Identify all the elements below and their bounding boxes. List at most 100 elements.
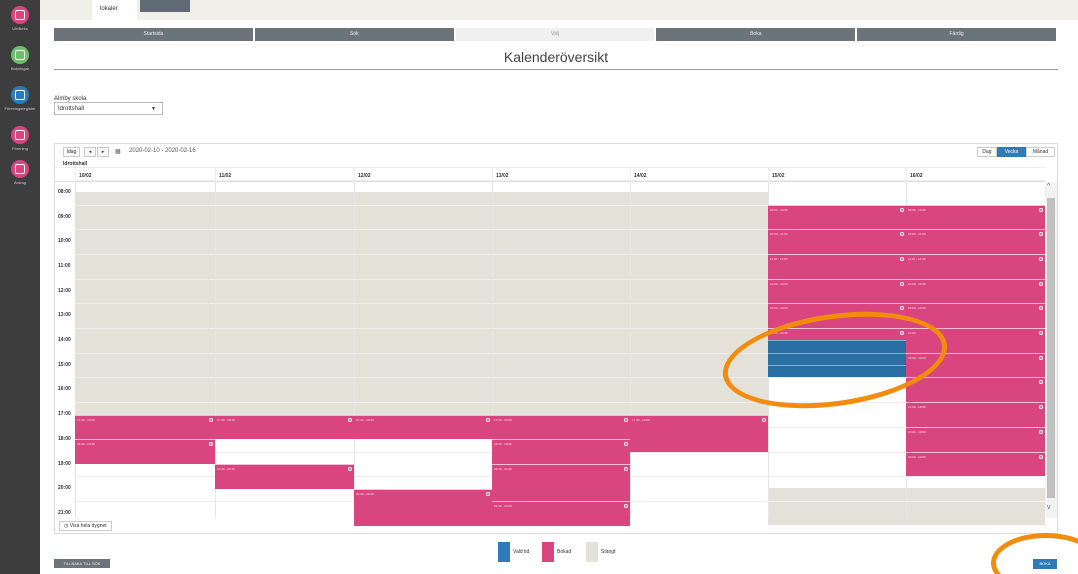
show-all-day-button[interactable]: ◷ Visa hela dygnet xyxy=(59,521,112,531)
booked-event[interactable]: 21:00 - 22:00 xyxy=(492,500,630,526)
booked-event[interactable]: 17:00 - 18:00 xyxy=(906,402,1045,427)
booked-event[interactable]: 20:30 - 22:00 xyxy=(354,488,492,526)
book-button[interactable]: BOKA xyxy=(1033,559,1057,569)
tab-lokaler[interactable]: lokaler xyxy=(92,0,137,20)
booked-event[interactable]: 16:00 xyxy=(906,377,1045,403)
booked-event[interactable]: 19:30 - 21:00 xyxy=(492,463,630,501)
booked-event-icon xyxy=(900,207,904,212)
booked-event-icon xyxy=(486,491,490,496)
booked-event-time: 20:30 - 22:00 xyxy=(356,491,374,496)
booked-event-icon xyxy=(1039,454,1043,459)
booked-event[interactable]: 10:00 - 11:00 xyxy=(768,229,906,254)
booked-event-icon xyxy=(209,442,213,447)
scroll-down-icon[interactable]: v xyxy=(1047,504,1051,511)
time-label-1000: 10:00 xyxy=(58,238,71,245)
booked-event[interactable]: 17:30 - 18:30 xyxy=(75,414,215,440)
booked-event[interactable]: 14:00 xyxy=(906,328,1045,353)
booked-event[interactable]: 18:30 - 19:30 xyxy=(492,439,630,464)
app-root: Utrifkeks Bokningar Föreningsregister Fören… xyxy=(0,0,1078,574)
booked-event[interactable]: 18:30 - 19:30 xyxy=(75,439,215,464)
legend-label: Stängt xyxy=(601,549,616,555)
booked-event[interactable]: 13:00 - 14:00 xyxy=(768,303,906,329)
booked-event-icon xyxy=(624,442,628,447)
booked-event[interactable]: 17:30 - 18:30 xyxy=(492,414,630,440)
tab-secondary[interactable] xyxy=(140,0,190,12)
sidebar-item-label: Förening xyxy=(12,146,28,151)
booked-event-icon xyxy=(624,417,628,422)
next-week-button[interactable]: ▸ xyxy=(97,147,109,157)
view-day-button[interactable]: Dag xyxy=(977,147,997,157)
selected-slot[interactable] xyxy=(768,340,906,353)
show-all-label: Visa hela dygnet xyxy=(69,523,107,529)
calendar-scrollbar[interactable]: ^ v xyxy=(1045,182,1057,518)
booked-event-icon xyxy=(348,466,352,471)
selected-slot[interactable] xyxy=(768,365,906,378)
scroll-thumb[interactable] xyxy=(1047,198,1055,498)
time-label-2000: 20:00 xyxy=(58,485,71,492)
calendar-grid[interactable]: 08:00 09:00 10:00 11:00 12:00 13:00 14:00 15:00… xyxy=(55,179,1046,526)
step-4: Boka xyxy=(656,28,856,41)
booked-event-time: 17:30 - 18:30 xyxy=(494,417,512,422)
booked-event[interactable]: 12:00 - 13:00 xyxy=(906,278,1045,304)
view-week-button[interactable]: Vecka xyxy=(997,147,1026,157)
time-label-1200: 12:00 xyxy=(58,287,71,294)
time-label-1400: 14:00 xyxy=(58,337,71,344)
booked-event-time: 11:00 - 12:00 xyxy=(908,256,926,261)
booked-event[interactable]: 18:00 - 19:00 xyxy=(906,426,1045,452)
booked-event-time: 13:00 - 14:00 xyxy=(770,306,788,311)
sidebar-item-rdrag[interactable]: Ärdrag xyxy=(0,160,40,185)
top-bar: lokaler xyxy=(40,0,1078,20)
booked-event[interactable]: 11:00 - 12:00 xyxy=(768,253,906,279)
booked-event[interactable]: 12:00 - 13:00 xyxy=(768,278,906,304)
booked-event[interactable]: 09:00 - 10:00 xyxy=(768,204,906,230)
sidebar-item-label: Bokningar xyxy=(10,66,29,71)
booked-event[interactable]: 17:30 - 18:30 xyxy=(354,414,492,440)
booked-event-icon xyxy=(900,232,904,237)
booked-event[interactable]: 11:00 - 12:00 xyxy=(906,253,1045,279)
booked-event-icon xyxy=(762,417,766,422)
booked-event[interactable]: 13:00 - 14:00 xyxy=(906,303,1045,329)
list-icon xyxy=(11,86,29,104)
sidebar-item-frening[interactable]: Förening xyxy=(0,126,40,151)
booked-event[interactable]: 19:00 - 20:00 xyxy=(906,451,1045,477)
booked-event[interactable]: 19:30 - 20:30 xyxy=(215,463,354,489)
back-to-search-button[interactable]: TILLBAKA TILL SÖK xyxy=(54,559,110,568)
date-range: 2020-02-10 - 2020-02-16 xyxy=(129,148,196,154)
scroll-up-icon[interactable]: ^ xyxy=(1047,183,1050,190)
sidebar-item-freningsregister[interactable]: Föreningsregister xyxy=(0,86,40,111)
booked-event-time: 17:30 - 18:30 xyxy=(77,417,95,422)
booked-event[interactable]: 17:30 - 18:30 xyxy=(215,414,354,440)
booked-event-icon xyxy=(1039,429,1043,434)
booked-event[interactable]: 14:00 - 14:30 xyxy=(768,328,906,341)
sidebar-item-bokningar[interactable]: Bokningar xyxy=(0,46,40,71)
document-icon-glyph xyxy=(15,164,25,174)
today-button[interactable]: Idag xyxy=(63,147,80,157)
view-month-button[interactable]: Månad xyxy=(1026,147,1055,157)
page-title: Kalenderöversikt xyxy=(503,49,609,65)
prev-week-button[interactable]: ◂ xyxy=(84,147,96,157)
time-label-1500: 15:00 xyxy=(58,361,71,368)
booked-event-icon xyxy=(900,331,904,336)
legend-swatch xyxy=(542,542,554,562)
sidebar-item-utrifkeks[interactable]: Utrifkeks xyxy=(0,6,40,31)
booked-event[interactable]: 17:30 - 19:00 xyxy=(630,414,768,452)
document-icon xyxy=(11,160,29,178)
booked-event-icon xyxy=(624,466,628,471)
booked-event[interactable]: 15:00 - 16:00 xyxy=(906,352,1045,378)
booked-event-time: 19:30 - 21:00 xyxy=(494,466,512,471)
booked-event[interactable]: 10:00 - 11:00 xyxy=(906,229,1045,254)
calendar-icon xyxy=(11,6,29,24)
booked-event-time: 19:30 - 20:30 xyxy=(217,466,235,471)
selected-slot[interactable] xyxy=(768,352,906,366)
booked-event-time: 09:00 - 10:00 xyxy=(908,207,926,212)
step-2: Sök xyxy=(254,28,454,41)
booked-event[interactable]: 09:00 - 10:00 xyxy=(906,204,1045,230)
booked-event-time: 13:00 - 14:00 xyxy=(908,306,926,311)
booked-event-time: 12:00 - 13:00 xyxy=(908,281,926,286)
facility-select[interactable]: Idrottshall ▼ xyxy=(54,102,163,115)
booked-event-icon xyxy=(209,417,213,422)
step-3: Välj xyxy=(455,28,655,41)
chevron-down-icon: ▼ xyxy=(151,106,156,112)
hour-line xyxy=(75,377,1045,379)
day-column-divider xyxy=(630,182,631,518)
